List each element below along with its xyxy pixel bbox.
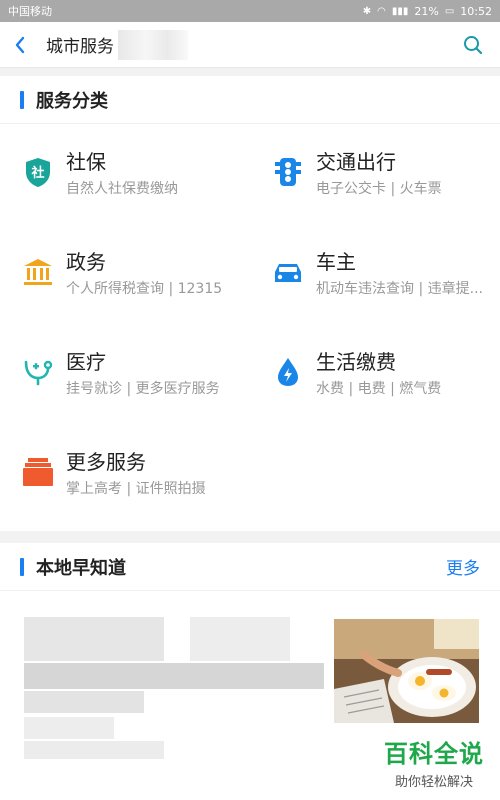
- service-subtitle: 电子公交卡 | 火车票: [316, 181, 442, 197]
- service-item-social-security[interactable]: 社 社保 自然人社保费缴纳: [22, 146, 272, 226]
- section-accent-bar: [20, 557, 24, 576]
- watermark: 百科全说 助你轻松解决: [384, 734, 484, 790]
- service-title: 更多服务: [66, 450, 146, 474]
- service-item-car-owner[interactable]: 车主 机动车违法查询 | 违章提...: [272, 246, 500, 326]
- section-title: 本地早知道: [36, 557, 126, 579]
- page-title: 城市服务: [46, 37, 114, 57]
- local-news-card: 本地早知道 更多 百科全说 助你轻松解决: [0, 543, 500, 800]
- search-icon: [464, 35, 483, 54]
- section-accent-bar: [20, 90, 24, 109]
- service-title: 交通出行: [316, 150, 396, 174]
- service-title: 医疗: [66, 350, 106, 374]
- blurred-news-text: [24, 617, 164, 661]
- blurred-title-region: [118, 29, 188, 60]
- more-link[interactable]: 更多: [446, 554, 480, 579]
- bluetooth-icon: ✱: [362, 5, 372, 17]
- blurred-news-text: [24, 663, 324, 689]
- medical-stethoscope-icon: [24, 360, 53, 386]
- back-button[interactable]: [14, 30, 36, 60]
- more-services-box-icon: [23, 458, 53, 486]
- carrier-label: 中国移动: [8, 5, 52, 18]
- section-title: 服务分类: [36, 90, 108, 112]
- service-title: 车主: [316, 250, 356, 274]
- wifi-icon: ◠: [377, 5, 386, 17]
- breakfast-photo-icon: [334, 619, 479, 723]
- status-icons: ✱ ◠ ▮▮▮ 21% ▭ 10:52: [363, 5, 492, 18]
- service-subtitle: 挂号就诊 | 更多医疗服务: [66, 381, 220, 397]
- service-subtitle: 自然人社保费缴纳: [66, 181, 178, 197]
- blurred-news-text: [24, 741, 164, 759]
- watermark-subtitle: 助你轻松解决: [394, 775, 473, 790]
- service-item-utilities[interactable]: 生活缴费 水费 | 电费 | 燃气费: [272, 346, 500, 426]
- service-item-government[interactable]: 政务 个人所得税查询 | 12315: [22, 246, 272, 326]
- service-item-transport[interactable]: 交通出行 电子公交卡 | 火车票: [272, 146, 500, 226]
- car-icon: [275, 264, 301, 282]
- nav-header: 城市服务: [0, 22, 500, 68]
- status-bar: 中国移动 ✱ ◠ ▮▮▮ 21% ▭ 10:52: [0, 0, 500, 22]
- service-title: 生活缴费: [316, 350, 396, 374]
- service-subtitle: 个人所得税查询 | 12315: [66, 281, 223, 297]
- section-header: 服务分类: [0, 76, 500, 124]
- blurred-news-text: [24, 691, 144, 713]
- section-header: 本地早知道 更多: [0, 543, 500, 591]
- signal-icon: ▮▮▮: [391, 5, 409, 17]
- battery-level: 21%: [414, 4, 439, 18]
- blurred-news-text: [190, 617, 290, 661]
- service-subtitle: 机动车违法查询 | 违章提...: [316, 281, 483, 297]
- traffic-light-icon: [275, 158, 301, 186]
- service-category-card: 服务分类 社 社保 自然人社保费缴纳 交通出行 电子公交卡 | 火车票 政务 个…: [0, 76, 500, 531]
- service-subtitle: 掌上高考 | 证件照拍摄: [66, 481, 206, 497]
- service-item-medical[interactable]: 医疗 挂号就诊 | 更多医疗服务: [22, 346, 272, 426]
- svg-text:社: 社: [30, 165, 44, 181]
- service-title: 社保: [66, 150, 106, 174]
- watermark-title: 百科全说: [384, 740, 484, 768]
- chevron-left-icon: [15, 36, 25, 53]
- social-security-shield-icon: 社: [26, 158, 50, 187]
- battery-icon: ▭: [444, 5, 455, 17]
- service-title: 政务: [66, 250, 106, 274]
- search-button[interactable]: [460, 32, 486, 58]
- government-building-icon: [24, 259, 52, 285]
- service-subtitle: 水费 | 电费 | 燃气费: [316, 381, 442, 397]
- clock: 10:52: [460, 4, 492, 18]
- service-item-more[interactable]: 更多服务 掌上高考 | 证件照拍摄: [22, 446, 272, 526]
- blurred-news-text: [24, 717, 114, 739]
- news-thumbnail[interactable]: [334, 619, 479, 723]
- water-drop-bolt-icon: [278, 358, 298, 386]
